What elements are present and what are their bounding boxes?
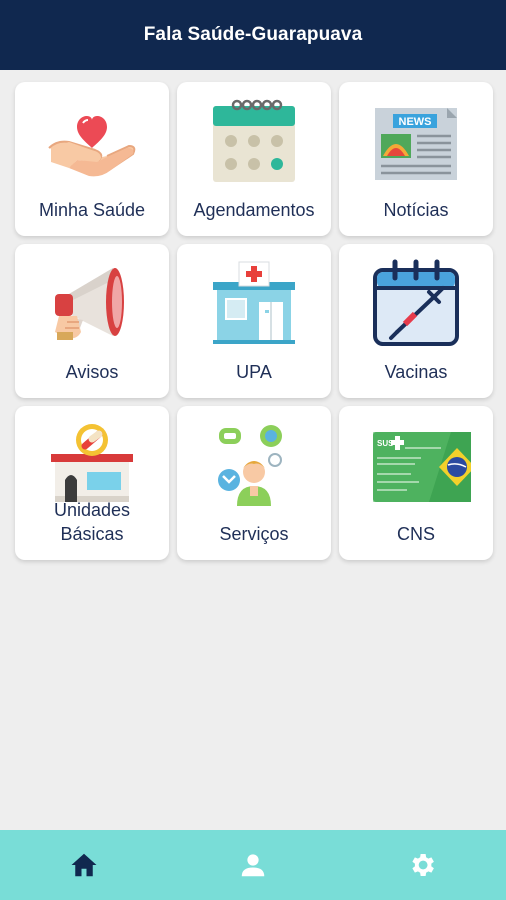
clinic-building-icon bbox=[213, 261, 295, 344]
tile-label: Agendamentos bbox=[193, 200, 315, 220]
tile-servicos[interactable]: Serviços bbox=[177, 406, 331, 560]
calendar-icon bbox=[213, 99, 295, 182]
tile-noticias[interactable]: NEWS Notícias bbox=[339, 82, 493, 236]
tile-label: Notícias bbox=[383, 200, 449, 220]
tile-label: Minha Saúde bbox=[38, 200, 146, 220]
nav-settings[interactable] bbox=[337, 830, 506, 900]
app-title: Fala Saúde-Guarapuava bbox=[143, 24, 363, 45]
health-unit-store-icon bbox=[51, 424, 133, 502]
vaccine-calendar-icon bbox=[373, 259, 459, 346]
newspaper-icon: NEWS bbox=[375, 108, 457, 180]
chat-services-icon bbox=[218, 425, 282, 506]
tile-label: Serviços bbox=[219, 524, 289, 544]
app-bar: Fala Saúde-Guarapuava bbox=[0, 0, 506, 70]
tile-label: Avisos bbox=[65, 362, 119, 382]
megaphone-icon bbox=[55, 268, 124, 340]
tile-agendamentos[interactable]: Agendamentos bbox=[177, 82, 331, 236]
tile-minha-saude[interactable]: Minha Saúde bbox=[15, 82, 169, 236]
tile-label: Vacinas bbox=[384, 362, 448, 382]
gear-icon bbox=[412, 854, 434, 876]
tile-unidades-basicas[interactable]: Unidades Básicas bbox=[15, 406, 169, 560]
nav-home[interactable] bbox=[0, 830, 169, 900]
tile-label: CNS bbox=[396, 524, 435, 544]
bottom-navigation bbox=[0, 830, 506, 900]
tile-upa[interactable]: UPA bbox=[177, 244, 331, 398]
newspaper-label: NEWS bbox=[399, 116, 432, 128]
sus-card-icon: SUS bbox=[373, 432, 471, 502]
tile-vacinas[interactable]: Vacinas bbox=[339, 244, 493, 398]
user-icon bbox=[241, 854, 265, 877]
nav-profile[interactable] bbox=[169, 830, 338, 900]
menu-grid: Minha Saúde Agendamentos NEWS Notícias A… bbox=[15, 82, 493, 560]
tile-avisos[interactable]: Avisos bbox=[15, 244, 169, 398]
home-icon bbox=[71, 853, 97, 877]
tile-cns[interactable]: SUS CNS bbox=[339, 406, 493, 560]
tile-label: UPA bbox=[236, 362, 272, 382]
hand-heart-icon bbox=[48, 116, 136, 177]
tile-label: Unidades Básicas bbox=[53, 500, 131, 544]
